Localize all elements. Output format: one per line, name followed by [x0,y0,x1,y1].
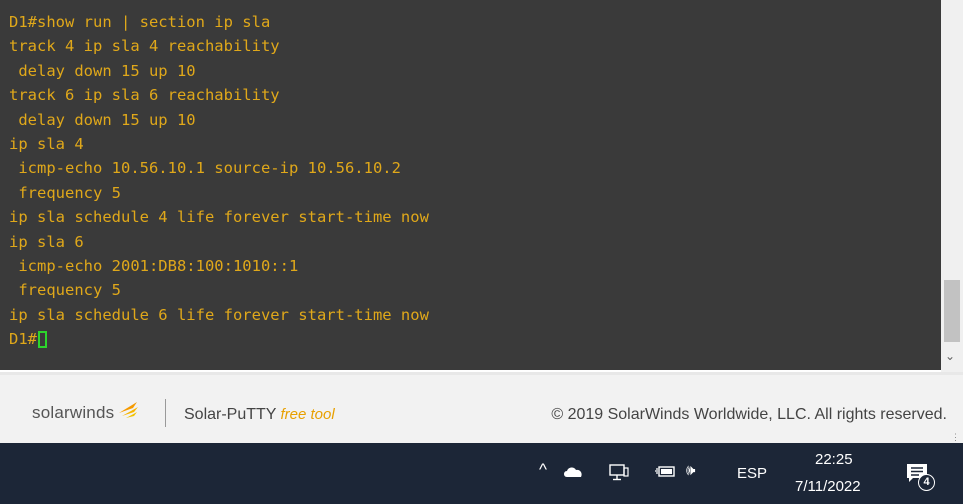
terminal-window[interactable]: D1#show run | section ip sla track 4 ip s… [0,0,941,370]
terminal-line: ip sla 6 [9,232,84,251]
terminal-line: track 4 ip sla 4 reachability [9,37,280,56]
notification-count-badge: 4 [918,474,935,491]
terminal-line: delay down 15 up 10 [9,110,196,129]
terminal-prompt-line[interactable]: D1# [9,327,429,351]
terminal-line: ip sla schedule 6 life forever start-tim… [9,305,429,324]
terminal-line: ip sla schedule 4 life forever start-tim… [9,208,429,227]
free-tool-tag: free tool [280,406,335,423]
terminal-line: icmp-echo 10.56.10.1 source-ip 10.56.10.… [9,159,401,178]
network-icon[interactable] [609,464,629,481]
terminal-line: frequency 5 [9,183,121,202]
battery-icon[interactable] [654,464,676,479]
terminal-line: frequency 5 [9,281,121,300]
volume-icon[interactable]: 🕪 [686,462,695,480]
terminal-line: D1#show run | section ip sla [9,13,271,31]
product-name: Solar-PuTTY free tool [184,406,335,424]
terminal-scrollbar[interactable]: ⌄ [941,0,963,372]
product-label: Solar-PuTTY [184,406,277,423]
solarwinds-flame-icon [119,402,139,418]
language-indicator[interactable]: ESP [737,465,767,483]
scrollbar-thumb[interactable] [944,280,960,342]
terminal-line: ip sla 4 [9,134,84,153]
logo-text: solarwinds [32,403,115,422]
clock-date[interactable]: 7/11/2022 [795,478,861,495]
terminal-line: track 6 ip sla 6 reachability [9,86,280,105]
copyright-text: © 2019 SolarWinds Worldwide, LLC. All ri… [551,406,947,423]
terminal-line: delay down 15 up 10 [9,61,196,80]
terminal-output[interactable]: D1#show run | section ip sla track 4 ip s… [9,10,429,351]
solarwinds-logo[interactable]: solarwinds [32,402,139,423]
terminal-line: icmp-echo 2001:DB8:100:1010::1 [9,256,299,275]
chevron-up-icon[interactable]: ^ [539,461,547,479]
resize-grip-icon[interactable]: ⋮ [951,432,960,443]
windows-taskbar: ^ 🕪 ESP 22:25 7/11/2022 4 [0,443,963,504]
scroll-down-arrow-icon[interactable]: ⌄ [945,349,955,363]
clock-time[interactable]: 22:25 [815,451,853,468]
terminal-prompt: D1# [9,330,37,349]
onedrive-cloud-icon[interactable] [563,466,583,477]
footer-divider [165,399,166,427]
terminal-cursor [38,330,47,348]
app-footer: solarwinds Solar-PuTTY free tool © 2019 S… [0,372,963,446]
